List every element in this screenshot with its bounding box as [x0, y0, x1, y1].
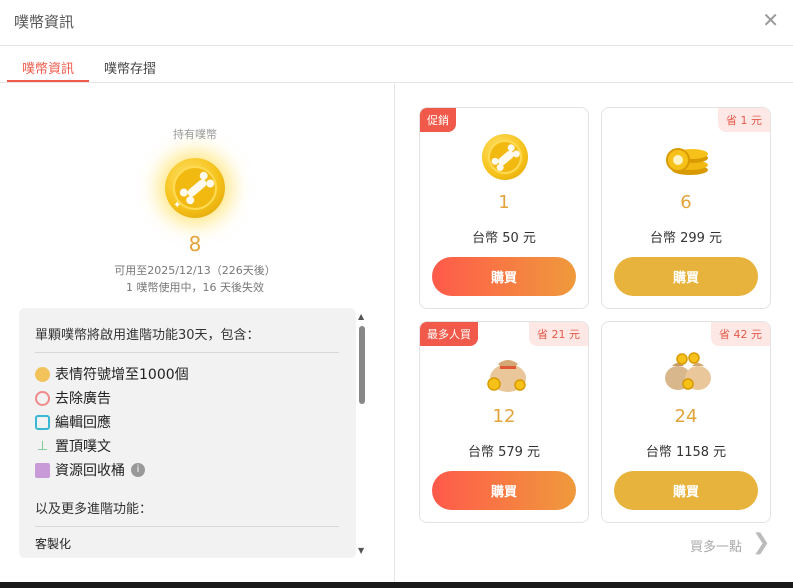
package-count: 1 — [498, 192, 510, 213]
plurk-coin-dialog: 噗幣資訊 ✕ 噗幣資訊 噗幣存摺 持有噗幣 ✦ 8 可用至2025/12/13（… — [0, 0, 793, 588]
coin-bag-icon — [487, 360, 526, 392]
dialog-title: 噗幣資訊 — [14, 13, 75, 31]
tab-coin-passbook[interactable]: 噗幣存摺 — [104, 58, 156, 77]
bone-coin-icon: ✦ — [165, 158, 225, 218]
feature-intro: 單顆噗幣將啟用進階功能30天，包含： — [35, 328, 260, 343]
close-icon[interactable]: ✕ — [762, 8, 779, 32]
edit-icon — [35, 414, 50, 430]
scrollbar-thumb[interactable] — [359, 326, 365, 404]
divider — [35, 352, 339, 353]
promo-badge: 促銷 — [420, 108, 456, 132]
package-card-12: 最多人買 省 21 元 12 台幣 579 元 購買 — [419, 321, 589, 523]
usage-status-text: 1 噗幣使用中，16 天後失效 — [126, 281, 264, 294]
savings-badge: 省 1 元 — [718, 108, 770, 132]
feature-label: 去除廣告 — [55, 391, 111, 407]
custom-section-title: 客製化 — [35, 537, 72, 551]
feature-item: 編輯回應 — [35, 412, 111, 432]
buy-button[interactable]: 購買 — [432, 257, 576, 296]
scroll-down-arrow-icon[interactable]: ▼ — [358, 546, 364, 555]
holdings-label: 持有噗幣 — [173, 128, 217, 141]
savings-badge: 省 21 元 — [529, 322, 588, 346]
package-card-24: 省 42 元 24 台幣 1158 元 購買 — [601, 321, 771, 523]
no-ads-icon — [35, 390, 50, 406]
feature-label: 編輯回應 — [55, 415, 111, 431]
feature-label: 表情符號增至1000個 — [55, 367, 189, 383]
feature-list-box[interactable]: 單顆噗幣將啟用進階功能30天，包含： 表情符號增至1000個 去除廣告 編輯回應… — [19, 308, 356, 558]
package-count: 6 — [680, 192, 692, 213]
tab-bar: 噗幣資訊 噗幣存摺 — [0, 46, 793, 83]
coin-stack-icon — [666, 148, 708, 175]
divider — [35, 526, 339, 527]
smiley-icon — [35, 366, 50, 382]
package-count: 24 — [674, 406, 698, 427]
package-count: 12 — [492, 406, 516, 427]
scrollbar[interactable]: ▲ ▼ — [357, 308, 367, 558]
single-coin-icon — [482, 134, 528, 180]
feature-item: 去除廣告 — [35, 388, 111, 408]
package-card-1: 促銷 1 台幣 50 元 購買 — [419, 107, 589, 309]
scroll-up-arrow-icon[interactable]: ▲ — [358, 312, 364, 321]
active-tab-indicator — [7, 80, 89, 82]
savings-badge: 省 42 元 — [711, 322, 770, 346]
bottom-edge — [0, 582, 793, 588]
more-features-text: 以及更多進階功能： — [35, 502, 153, 517]
package-price: 台幣 299 元 — [649, 231, 723, 246]
panel-divider — [394, 84, 395, 588]
buy-more-link[interactable]: 買多一點 — [690, 536, 742, 555]
package-price: 台幣 1158 元 — [645, 445, 727, 460]
buy-button[interactable]: 購買 — [614, 471, 758, 510]
coin-bags-icon — [665, 352, 711, 390]
tab-coin-info[interactable]: 噗幣資訊 — [22, 58, 74, 77]
feature-label: 資源回收桶 — [55, 463, 125, 479]
package-price: 台幣 579 元 — [467, 445, 541, 460]
dialog-header: 噗幣資訊 ✕ — [0, 0, 793, 46]
buy-button[interactable]: 購買 — [614, 257, 758, 296]
chevron-right-icon[interactable]: ❯ — [752, 530, 770, 555]
holdings-panel: 持有噗幣 ✦ 8 可用至2025/12/13（226天後） 1 噗幣使用中，16… — [0, 84, 394, 588]
feature-item: 表情符號增至1000個 — [35, 364, 189, 384]
valid-until-text: 可用至2025/12/13（226天後） — [114, 264, 276, 277]
pin-icon: ⊥ — [36, 438, 49, 454]
package-price: 台幣 50 元 — [472, 231, 536, 246]
feature-label: 置頂噗文 — [55, 439, 111, 455]
feature-item: ⊥ 置頂噗文 — [35, 436, 111, 456]
package-card-6: 省 1 元 6 台幣 299 元 購買 — [601, 107, 771, 309]
holdings-count: 8 — [188, 232, 202, 256]
feature-item: 資源回收桶 i — [35, 460, 145, 480]
best-seller-badge: 最多人買 — [420, 322, 478, 346]
trash-icon — [35, 462, 50, 478]
info-icon[interactable]: i — [131, 463, 145, 477]
buy-button[interactable]: 購買 — [432, 471, 576, 510]
